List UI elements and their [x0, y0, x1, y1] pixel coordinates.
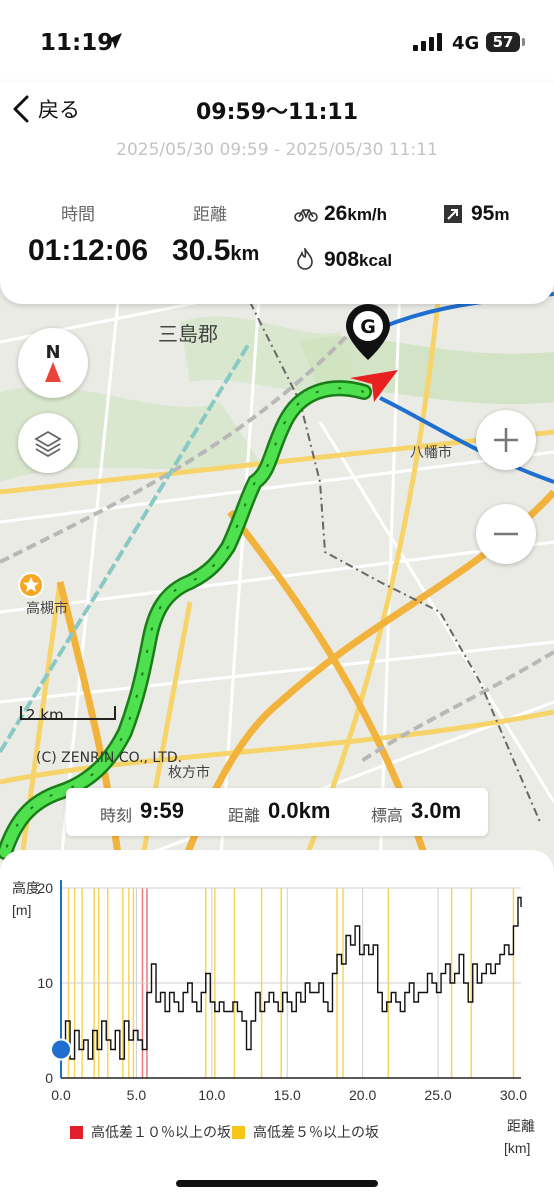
x-tick-label: 10.0 [198, 1087, 225, 1103]
legend-steep5: 高低差５％以上の坂 [232, 1122, 379, 1142]
x-tick-label: 0.0 [51, 1087, 71, 1103]
summary-card: 戻る 09:59～11:11 2025/05/30 09:59 - 2025/0… [0, 82, 554, 304]
x-tick-label: 30.0 [500, 1087, 527, 1103]
scale-label: 2 km [26, 706, 64, 724]
distance-label: 距離 [193, 205, 227, 225]
goal-marker[interactable]: G [344, 302, 392, 368]
calories-value: 908 [324, 248, 360, 271]
y-tick-label: 10 [37, 975, 53, 991]
elevation-chart-sheet: 高度 [m] 距離 [km] 0.0 5.0 10.0 15.0 20.0 25.0 30.… [0, 850, 554, 1199]
plus-icon [494, 428, 518, 452]
info-distance-value: 0.0km [268, 798, 331, 823]
x-tick-label: 20.0 [349, 1087, 376, 1103]
map-copyright: (C) ZENRIN CO., LTD. [36, 750, 183, 766]
time-label: 時間 [61, 205, 95, 225]
legend-steep10: 高低差１０％以上の坂 [70, 1122, 231, 1142]
legend-steep5-swatch [232, 1125, 245, 1139]
signal-icon [413, 33, 442, 51]
distance-value: 30.5 [172, 234, 231, 267]
speed-unit: km/h [347, 205, 388, 224]
y-tick-label: 0 [45, 1070, 53, 1086]
calories-unit: kcal [359, 251, 393, 270]
home-indicator [176, 1180, 378, 1187]
status-time: 11:19 [40, 30, 114, 56]
location-arrow-icon [106, 33, 122, 49]
x-axis-unit: [km] [504, 1140, 531, 1156]
point-info-panel: 時刻 9:59 距離 0.0km 標高 3.0m [66, 788, 488, 836]
compass-letter: N [45, 342, 60, 363]
x-tick-label: 5.0 [127, 1087, 147, 1103]
distance-unit: km [230, 243, 260, 265]
info-time-label: 時刻 [100, 806, 133, 825]
legend-steep10-label: 高低差１０％以上の坂 [91, 1125, 231, 1141]
battery-icon: 57 [486, 32, 520, 52]
map-label-city1: 八幡市 [410, 445, 452, 461]
chart-position-dot [50, 1038, 72, 1061]
minus-icon [494, 532, 518, 536]
network-type: 4G [452, 33, 480, 54]
battery-tip [522, 38, 525, 46]
layers-icon [34, 430, 62, 457]
zoom-in-button[interactable] [476, 410, 536, 470]
goal-marker-label: G [360, 316, 376, 338]
info-time-value: 9:59 [140, 798, 185, 823]
date-range: 2025/05/30 09:59 - 2025/05/30 11:11 [116, 140, 438, 160]
speed-stat: 26km/h [324, 202, 387, 226]
time-value: 01:12:06 [28, 234, 149, 267]
legend-steep10-swatch [70, 1125, 83, 1139]
distance-stat: 30.5km [172, 234, 259, 268]
map-label-city2: 高槻市 [26, 601, 68, 617]
elevation-value: 95 [471, 202, 495, 225]
layers-button[interactable] [18, 413, 78, 473]
route-map[interactable]: 三島郡 八幡市 高槻市 枚方市 G N 2 km (C) ZENRIN CO.,… [0, 282, 554, 872]
calories-stat: 908kcal [324, 248, 392, 272]
map-label-district: 三島郡 [158, 322, 218, 346]
zoom-out-button[interactable] [476, 504, 536, 564]
elevation-up-icon [444, 205, 462, 223]
info-altitude-label: 標高 [371, 806, 404, 825]
x-tick-label: 15.0 [274, 1087, 301, 1103]
status-bar: 11:19 4G 57 [0, 0, 554, 82]
compass-icon: N [45, 342, 61, 382]
elevation-unit: m [494, 205, 510, 224]
city-star-icon [18, 572, 44, 598]
compass-button[interactable]: N [18, 328, 88, 398]
x-tick-label: 25.0 [424, 1087, 451, 1103]
elevation-stat: 95m [471, 202, 509, 226]
bicycle-icon [294, 209, 318, 222]
flame-icon [297, 248, 313, 270]
info-distance-label: 距離 [228, 806, 261, 825]
current-position-icon [350, 370, 398, 402]
info-altitude-value: 3.0m [411, 798, 462, 823]
page-title: 09:59～11:11 [195, 100, 359, 125]
elevation-chart[interactable]: 0.0 5.0 10.0 15.0 20.0 25.0 30.0 0 10 20 [0, 850, 554, 1120]
y-tick-label: 20 [37, 880, 53, 896]
legend-steep5-label: 高低差５％以上の坂 [253, 1125, 379, 1141]
speed-value: 26 [324, 202, 348, 225]
